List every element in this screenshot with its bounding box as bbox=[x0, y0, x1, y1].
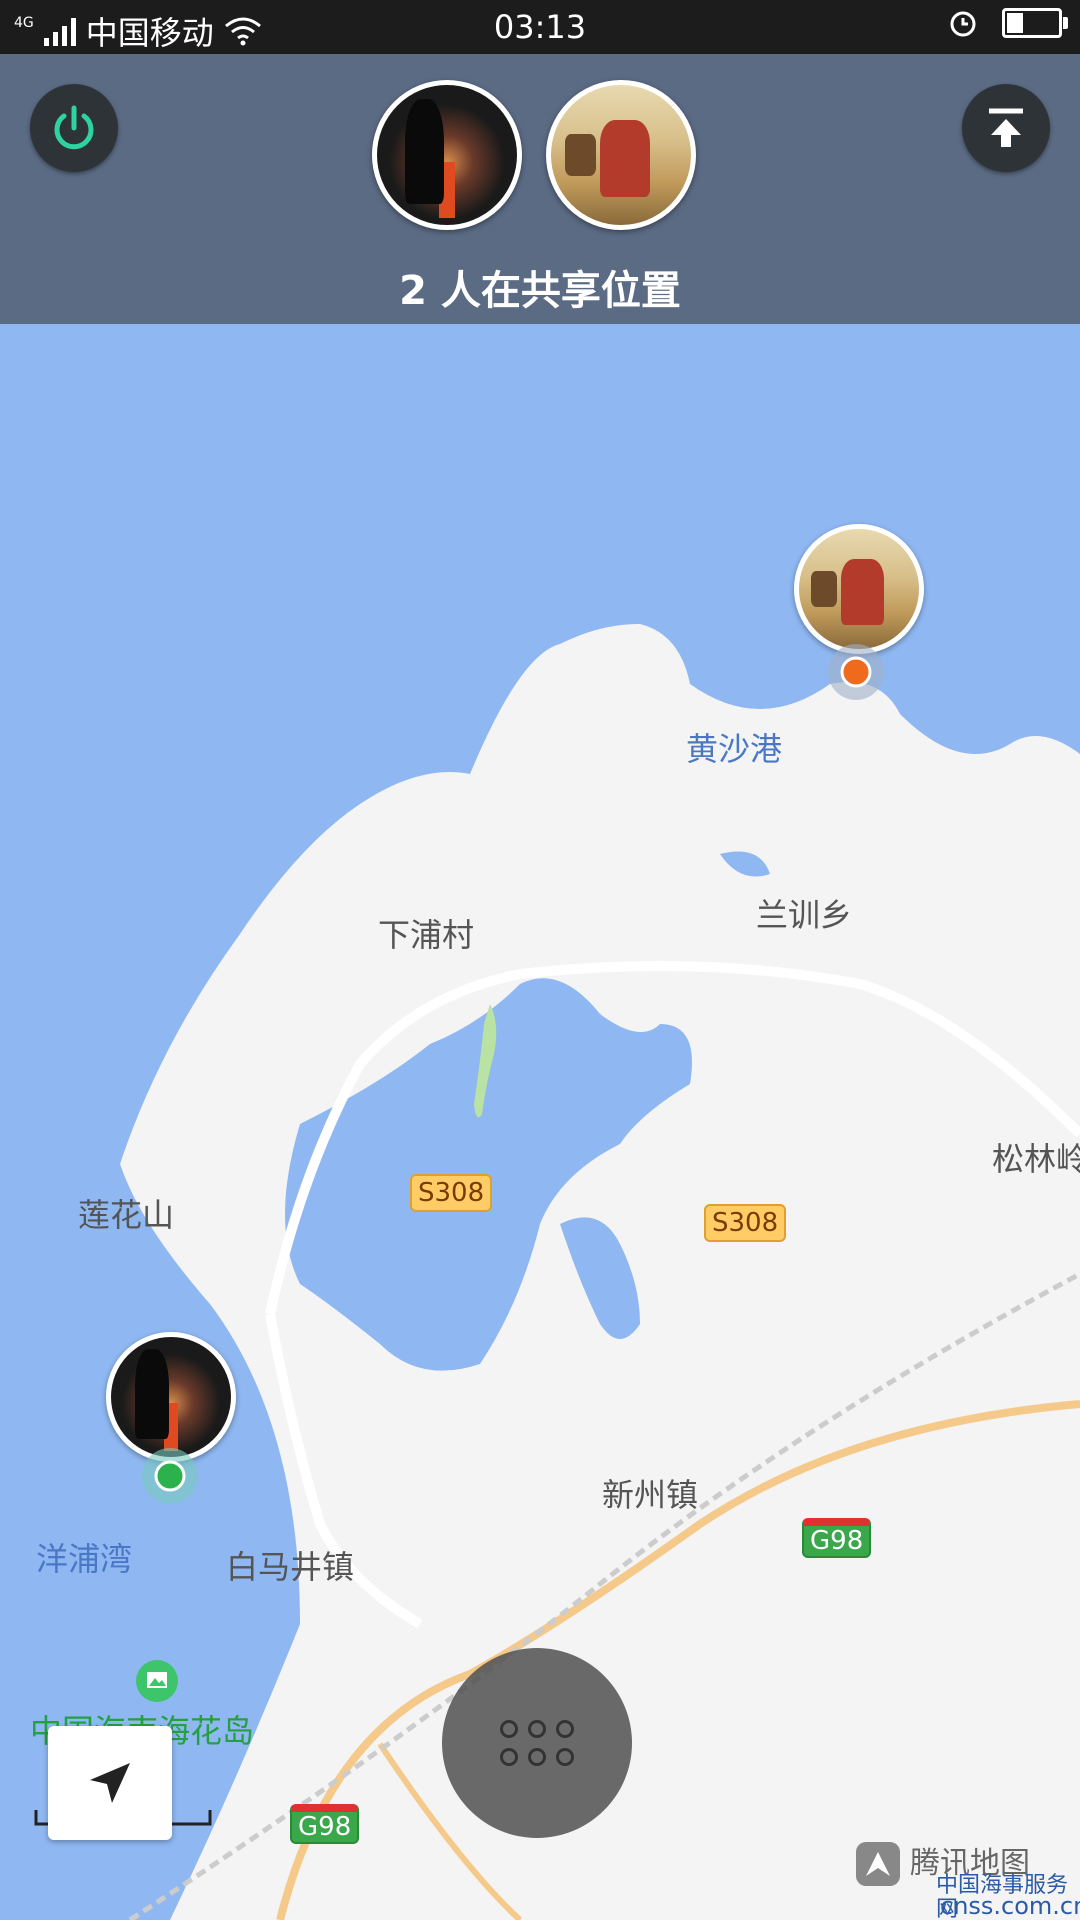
status-bar: 4G 中国移动 03:13 bbox=[0, 0, 1080, 54]
battery-icon bbox=[1002, 8, 1068, 38]
park-poi-icon[interactable] bbox=[134, 1658, 180, 1704]
share-header: 2 人在共享位置 bbox=[0, 54, 1080, 324]
grid-dots-icon bbox=[500, 1720, 574, 1766]
watermark-url: cnss.com.cn bbox=[940, 1892, 1080, 1920]
alarm-icon bbox=[950, 11, 976, 37]
more-menu-button[interactable] bbox=[442, 1648, 632, 1838]
power-button[interactable] bbox=[30, 84, 118, 172]
location-dot-user-1 bbox=[142, 1448, 198, 1504]
road-shield-s308-a: S308 bbox=[410, 1174, 493, 1212]
clock: 03:13 bbox=[493, 8, 587, 46]
map-marker-user-2[interactable] bbox=[794, 524, 924, 654]
location-dot-user-2 bbox=[828, 644, 884, 700]
place-label-baimajingzhen[interactable]: 白马井镇 bbox=[226, 1542, 354, 1588]
place-label-xinzhouzhen[interactable]: 新州镇 bbox=[602, 1470, 698, 1516]
sharing-count-title: 2 人在共享位置 bbox=[399, 268, 681, 314]
place-label-yangpuwan[interactable]: 洋浦湾 bbox=[36, 1534, 132, 1580]
road-shield-g98-a: G98 bbox=[802, 1518, 872, 1558]
power-icon bbox=[54, 105, 94, 150]
avatar-user-1[interactable] bbox=[372, 80, 522, 230]
road-shield-s308-b: S308 bbox=[704, 1204, 787, 1242]
navigation-arrow-icon bbox=[90, 1763, 130, 1803]
arrow-up-to-top-icon bbox=[989, 108, 1023, 147]
road-shield-g98-b: G98 bbox=[290, 1804, 360, 1844]
place-label-lanxunxiang[interactable]: 兰训乡 bbox=[756, 890, 852, 936]
place-label-songlin[interactable]: 松林岭 bbox=[992, 1134, 1080, 1180]
place-label-huangshagang[interactable]: 黄沙港 bbox=[686, 724, 782, 770]
place-label-lianhuashan[interactable]: 莲花山 bbox=[78, 1190, 174, 1236]
avatar-user-2[interactable] bbox=[546, 80, 696, 230]
place-label-xiapucun[interactable]: 下浦村 bbox=[378, 910, 474, 956]
collapse-button[interactable] bbox=[962, 84, 1050, 172]
my-location-button[interactable] bbox=[48, 1726, 172, 1840]
map-marker-user-1[interactable] bbox=[106, 1332, 236, 1462]
tencent-map-logo-icon bbox=[856, 1842, 900, 1886]
